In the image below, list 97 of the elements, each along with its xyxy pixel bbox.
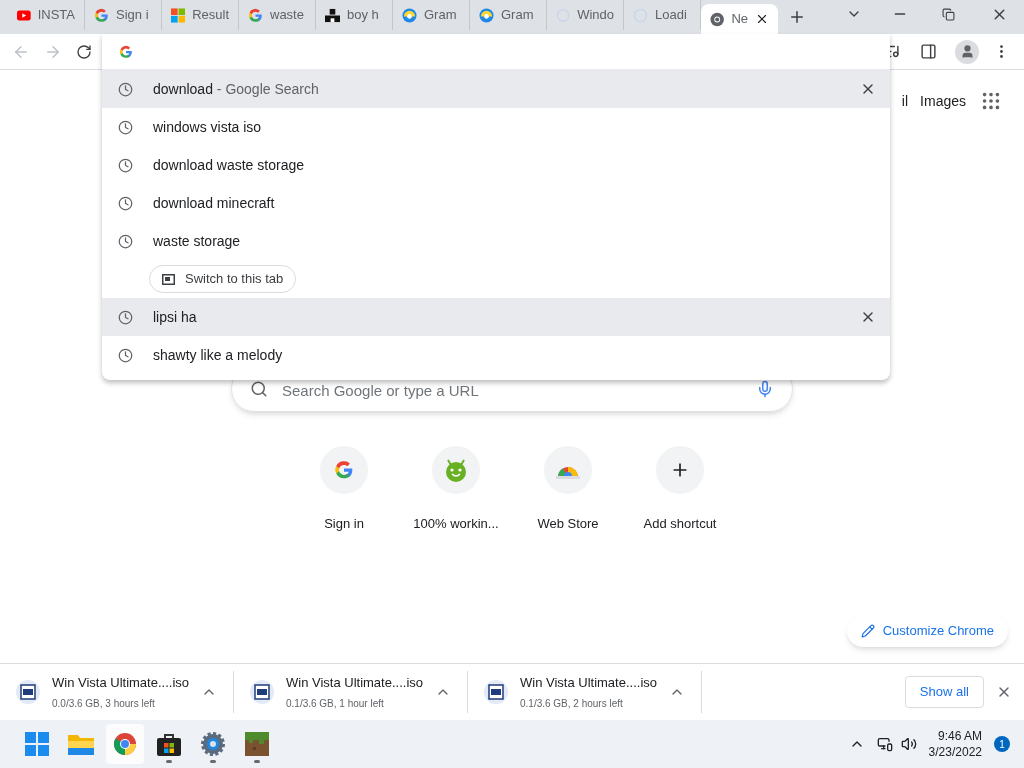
- search-icon: [250, 380, 268, 398]
- shortcut-label[interactable]: Web Store: [537, 514, 599, 534]
- header-link[interactable]: Images: [920, 90, 966, 112]
- shortcut-tile[interactable]: [656, 446, 704, 494]
- microphone-icon[interactable]: [756, 380, 774, 398]
- clock-time[interactable]: 9:46 AM: [937, 728, 982, 744]
- tab[interactable]: INSTA: [8, 0, 85, 30]
- suggestion-text: waste storage: [153, 231, 242, 251]
- tab[interactable]: waste: [239, 0, 316, 30]
- folder-icon: [68, 733, 94, 755]
- reload-icon[interactable]: [76, 43, 92, 60]
- globe-icon: [402, 7, 417, 23]
- google-icon: [248, 7, 263, 23]
- disc-file-icon: [250, 680, 274, 704]
- tab[interactable]: Result: [162, 0, 239, 30]
- tab-title: Result: [192, 6, 229, 25]
- download-status: 0.1/3.6 GB, 2 hours left: [520, 696, 624, 711]
- download-name[interactable]: Win Vista Ultimate....iso: [286, 673, 423, 693]
- tab-title: Gram: [424, 6, 458, 25]
- tab[interactable]: boy h: [316, 0, 393, 30]
- side-panel-icon[interactable]: [920, 43, 937, 60]
- chrome-icon: [710, 11, 725, 27]
- running-indicator: [166, 760, 172, 763]
- tab-title: waste: [270, 6, 305, 25]
- show-all-button[interactable]: Show all: [904, 676, 984, 708]
- close-icon[interactable]: [755, 12, 769, 26]
- header-link[interactable]: il: [901, 90, 909, 112]
- download-name[interactable]: Win Vista Ultimate....iso: [520, 673, 657, 693]
- shortcut-tile[interactable]: [432, 446, 480, 494]
- history-icon: [118, 347, 133, 363]
- suggestion-text: shawty like a melody: [153, 345, 284, 365]
- history-icon: [118, 195, 133, 211]
- tab-icon: [162, 273, 175, 285]
- restore-icon[interactable]: [942, 8, 955, 21]
- blocks-icon: [325, 7, 340, 23]
- search-placeholder: Search Google or type a URL: [282, 380, 480, 401]
- network-icon[interactable]: [876, 736, 893, 752]
- suggestion-row[interactable]: lipsi ha: [102, 298, 890, 336]
- shortcut-label[interactable]: 100% workin...: [413, 514, 499, 534]
- suggestion-row[interactable]: windows vista iso: [102, 108, 890, 146]
- windows-icon: [25, 732, 49, 756]
- history-icon: [118, 119, 133, 135]
- smiley-icon: [443, 458, 469, 482]
- suggestion-text: windows vista iso: [153, 117, 263, 137]
- play-icon: [17, 8, 31, 22]
- suggestion-row[interactable]: download waste storage: [102, 146, 890, 184]
- tab-title: Ne: [731, 10, 748, 29]
- shortcut-label[interactable]: Add shortcut: [643, 514, 717, 534]
- shortcut-label[interactable]: Sign in: [324, 514, 364, 534]
- grass-block-icon: [245, 732, 269, 756]
- history-icon: [118, 81, 133, 97]
- google-icon: [94, 7, 109, 23]
- gear-icon: [201, 732, 225, 756]
- tab-title: boy h: [347, 6, 380, 25]
- suggestion-text: download waste storage: [153, 155, 305, 175]
- suggestion-text: lipsi ha: [153, 307, 198, 327]
- download-name[interactable]: Win Vista Ultimate....iso: [52, 673, 189, 693]
- tab-title: Windo: [577, 6, 614, 25]
- customize-chrome-button[interactable]: Customize Chrome: [846, 615, 1008, 647]
- download-status: 0.0/3.6 GB, 3 hours left: [52, 696, 156, 711]
- volume-icon[interactable]: [900, 736, 917, 752]
- tab-title: Sign i: [116, 6, 150, 25]
- suggestion-row[interactable]: download - Google Search: [102, 70, 890, 108]
- download-status: 0.1/3.6 GB, 1 hour left: [286, 696, 385, 711]
- clock-date[interactable]: 3/23/2022: [928, 744, 982, 760]
- notification-count[interactable]: 1: [994, 736, 1010, 752]
- tab[interactable]: Gram: [470, 0, 547, 30]
- disc-file-icon: [484, 680, 508, 704]
- running-indicator: [210, 760, 216, 763]
- google-icon: [334, 460, 354, 480]
- history-icon: [118, 309, 133, 325]
- suggestion-text: download minecraft: [153, 193, 276, 213]
- google-icon: [119, 44, 133, 59]
- shortcut-tile[interactable]: [320, 446, 368, 494]
- tab-title: Loadi: [655, 6, 688, 25]
- tab[interactable]: Gram: [393, 0, 470, 30]
- tab[interactable]: Sign i: [85, 0, 162, 30]
- suggestion-text: download - Google Search: [153, 79, 320, 99]
- disc-file-icon: [16, 680, 40, 704]
- tab-title: INSTA: [37, 6, 75, 25]
- squares-icon: [171, 7, 186, 23]
- tab[interactable]: Ne: [701, 4, 778, 34]
- shopping-bag-icon: [157, 732, 181, 756]
- chrome-icon: [113, 732, 137, 756]
- shortcut-tile[interactable]: [544, 446, 592, 494]
- pencil-icon: [860, 624, 875, 638]
- profile-avatar[interactable]: [955, 39, 979, 64]
- tab[interactable]: Windo: [547, 0, 624, 30]
- history-icon: [118, 233, 133, 249]
- running-indicator: [254, 760, 260, 763]
- apps-icon[interactable]: [980, 90, 1002, 112]
- suggestion-row[interactable]: waste storage: [102, 222, 890, 260]
- history-icon: [118, 157, 133, 173]
- globe-icon: [479, 7, 494, 23]
- tab-title: Gram: [501, 6, 535, 25]
- suggestion-row[interactable]: download minecraft: [102, 184, 890, 222]
- new-tab-icon[interactable]: [788, 8, 806, 26]
